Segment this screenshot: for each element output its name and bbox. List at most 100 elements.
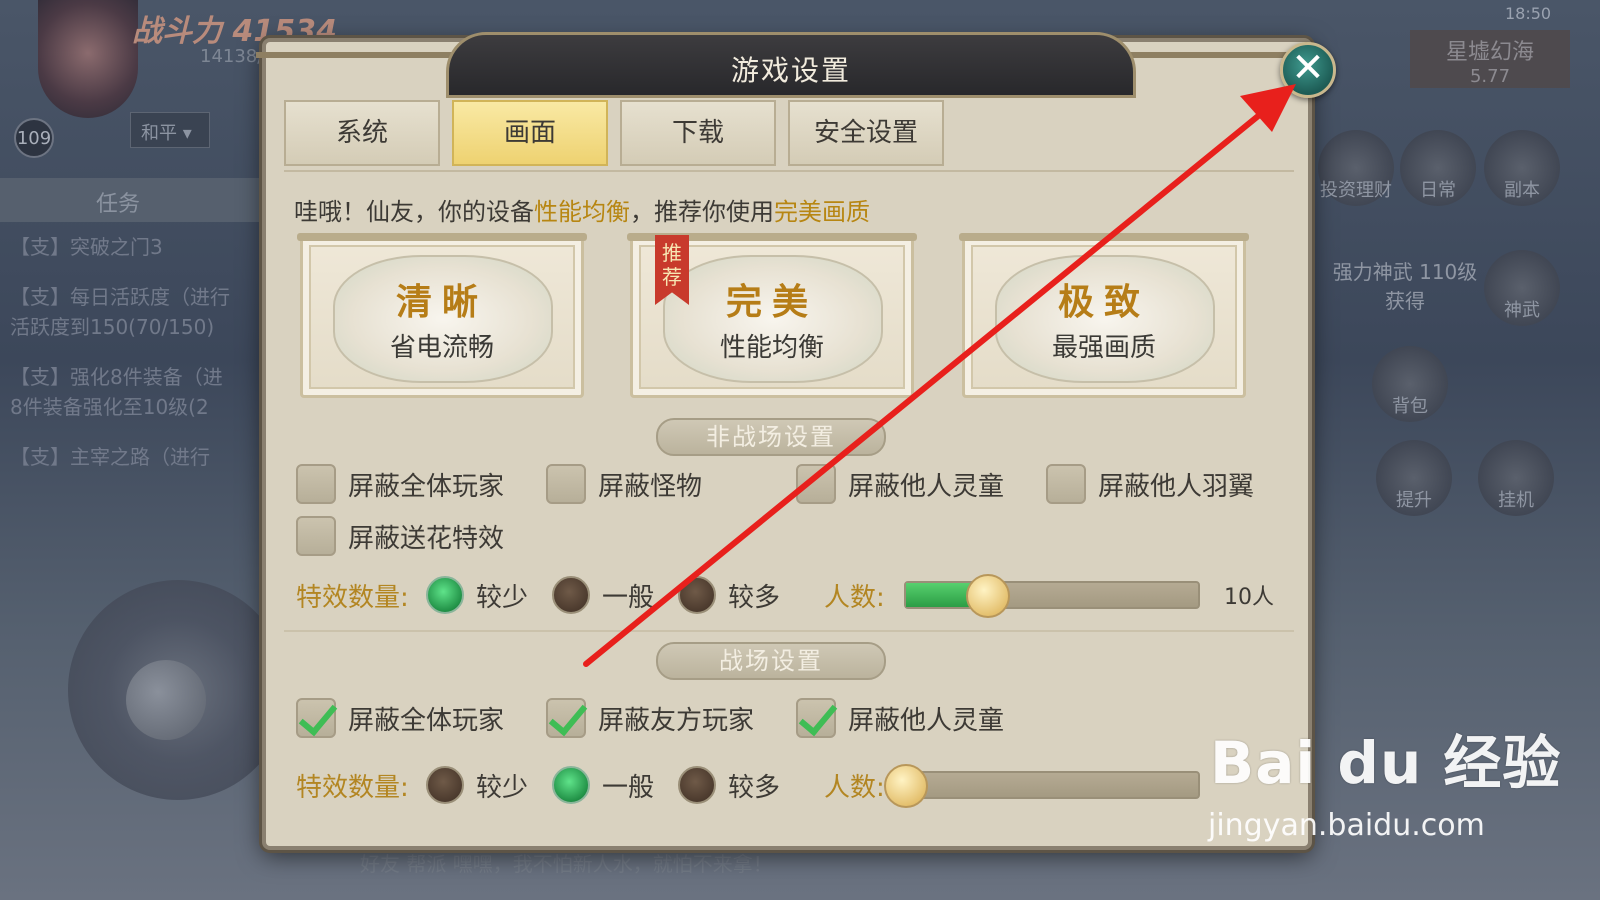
- radio-dot[interactable]: [426, 766, 464, 804]
- tabs-divider: [284, 170, 1294, 172]
- server-name: 星墟幻海: [1445, 40, 1534, 65]
- settings-tabs: 系统 画面 下载 安全设置: [284, 100, 944, 166]
- non-battle-checks-row-2: 屏蔽送花特效: [296, 516, 546, 556]
- task-item-detail: 活跃度到150(70/150): [10, 315, 215, 339]
- checkbox[interactable]: [296, 698, 336, 738]
- tab-graphics[interactable]: 画面: [452, 100, 608, 166]
- baidu-watermark: Bai du 经验: [1210, 729, 1562, 797]
- check-battle-hide-friendly-players[interactable]: 屏蔽友方玩家: [546, 698, 796, 738]
- radio-dot[interactable]: [552, 766, 590, 804]
- hud-icon-label: 背包: [1392, 396, 1428, 417]
- hud-icon-label: 挂机: [1498, 490, 1534, 511]
- clock-text: 18:50: [1505, 4, 1552, 23]
- task-tab-label: 任务: [96, 192, 141, 217]
- hud-icon-label: 神武: [1504, 300, 1540, 321]
- check-hide-spirit-kids[interactable]: 屏蔽他人灵童: [796, 464, 1046, 504]
- checkbox[interactable]: [796, 464, 836, 504]
- effect-count-label: 特效数量:: [296, 772, 409, 803]
- radio-dot[interactable]: [552, 576, 590, 614]
- task-item[interactable]: 【支】强化8件装备（进: [10, 362, 260, 392]
- recommend-perf: 性能均衡: [534, 198, 630, 226]
- checkbox[interactable]: [296, 464, 336, 504]
- quality-card-perfect[interactable]: 完美 性能均衡 推荐: [627, 233, 917, 398]
- check-label: 屏蔽送花特效: [348, 523, 505, 554]
- section-divider: [284, 630, 1294, 632]
- quality-card-title: 清晰: [395, 281, 488, 323]
- hud-icon-label: 提升: [1396, 490, 1432, 511]
- quality-card-title: 极致: [1057, 281, 1150, 323]
- check-hide-monsters[interactable]: 屏蔽怪物: [546, 464, 796, 504]
- game-settings-dialog: 游戏设置 系统 画面 下载 安全设置 哇哦！仙友，你的设备性能均衡，推荐你使用完…: [256, 32, 1318, 850]
- radio-effect-normal[interactable]: 一般: [552, 766, 678, 804]
- quality-card-extreme[interactable]: 极致 最强画质: [959, 233, 1249, 398]
- player-avatar[interactable]: [38, 0, 138, 118]
- radio-dot[interactable]: [678, 766, 716, 804]
- quality-card-clear[interactable]: 清晰 省电流畅: [297, 233, 587, 398]
- pk-mode-select[interactable]: 和平 ▾: [130, 112, 210, 148]
- server-sub: 5.77: [1469, 66, 1511, 87]
- close-button[interactable]: ✕: [1280, 42, 1336, 98]
- tab-security[interactable]: 安全设置: [788, 100, 944, 166]
- joystick-knob[interactable]: [126, 660, 206, 740]
- task-item[interactable]: 【支】突破之门3: [10, 232, 260, 262]
- radio-label: 较多: [728, 772, 781, 803]
- bag-icon[interactable]: 背包: [1372, 346, 1448, 422]
- check-label: 屏蔽全体玩家: [348, 705, 505, 736]
- effect-radio-group: 较少 一般 较多: [426, 576, 804, 614]
- slider-knob[interactable]: [884, 764, 928, 808]
- radio-effect-high[interactable]: 较多: [678, 766, 804, 804]
- baidu-watermark-url: jingyan.baidu.com: [1208, 808, 1485, 843]
- people-count-slider[interactable]: [904, 574, 1200, 618]
- tab-download[interactable]: 下载: [620, 100, 776, 166]
- hud-icon-label: 投资理财: [1320, 180, 1392, 201]
- radio-label: 一般: [602, 772, 655, 803]
- check-label: 屏蔽他人灵童: [848, 705, 1005, 736]
- auto-battle-icon[interactable]: 挂机: [1478, 440, 1554, 516]
- check-label: 屏蔽友方玩家: [598, 705, 755, 736]
- radio-dot[interactable]: [426, 576, 464, 614]
- checkbox[interactable]: [796, 698, 836, 738]
- checkbox[interactable]: [296, 516, 336, 556]
- non-battle-effect-row: 特效数量: 较少 一般 较多 人数: 10人: [296, 574, 1274, 618]
- radio-dot[interactable]: [678, 576, 716, 614]
- battle-people-count-slider[interactable]: [884, 764, 1200, 808]
- checkbox[interactable]: [1046, 464, 1086, 504]
- people-count-value: 10人: [1224, 585, 1274, 610]
- quality-card-subtitle: 省电流畅: [389, 333, 494, 363]
- header-wing-left: [256, 52, 456, 58]
- people-count-label: 人数:: [824, 582, 885, 613]
- task-item[interactable]: 【支】主宰之路（进行: [10, 442, 260, 472]
- check-battle-hide-all-players[interactable]: 屏蔽全体玩家: [296, 698, 546, 738]
- upgrade-icon[interactable]: 提升: [1376, 440, 1452, 516]
- invest-icon[interactable]: 投资理财: [1318, 130, 1394, 206]
- radio-label: 较少: [476, 582, 529, 613]
- scroll-rod: [959, 233, 1249, 241]
- recommend-quality: 完美画质: [774, 198, 870, 226]
- tab-system[interactable]: 系统: [284, 100, 440, 166]
- radio-effect-high[interactable]: 较多: [678, 576, 804, 614]
- checkbox[interactable]: [546, 464, 586, 504]
- recommend-middle: ，推荐你使用: [630, 198, 774, 226]
- recommend-prefix: 哇哦！仙友，你的设备: [294, 198, 534, 226]
- divine-weapon-icon[interactable]: 神武: [1484, 250, 1560, 326]
- check-hide-all-players[interactable]: 屏蔽全体玩家: [296, 464, 546, 504]
- radio-label: 一般: [602, 582, 655, 613]
- slider-knob[interactable]: [965, 574, 1010, 618]
- check-label: 屏蔽他人羽翼: [1098, 471, 1255, 502]
- radio-label: 较多: [728, 582, 781, 613]
- dungeon-icon[interactable]: 副本: [1484, 130, 1560, 206]
- radio-effect-low[interactable]: 较少: [426, 766, 552, 804]
- radio-effect-normal[interactable]: 一般: [552, 576, 678, 614]
- bottom-chat-bar[interactable]: 好友 帮派 嘿嘿，我不怕新人水，就怕不来拿！: [360, 848, 773, 877]
- check-hide-wings[interactable]: 屏蔽他人羽翼: [1046, 464, 1296, 504]
- check-battle-hide-spirit-kids[interactable]: 屏蔽他人灵童: [796, 698, 1046, 738]
- quality-card-subtitle: 最强画质: [1051, 333, 1156, 363]
- check-label: 屏蔽他人灵童: [848, 471, 1005, 502]
- task-tab[interactable]: 任务: [0, 178, 260, 222]
- daily-icon[interactable]: 日常: [1400, 130, 1476, 206]
- checkbox[interactable]: [546, 698, 586, 738]
- quality-card-subtitle: 性能均衡: [719, 333, 824, 363]
- check-hide-flower-effects[interactable]: 屏蔽送花特效: [296, 516, 546, 556]
- task-item[interactable]: 【支】每日活跃度（进行: [10, 282, 260, 312]
- radio-effect-low[interactable]: 较少: [426, 576, 552, 614]
